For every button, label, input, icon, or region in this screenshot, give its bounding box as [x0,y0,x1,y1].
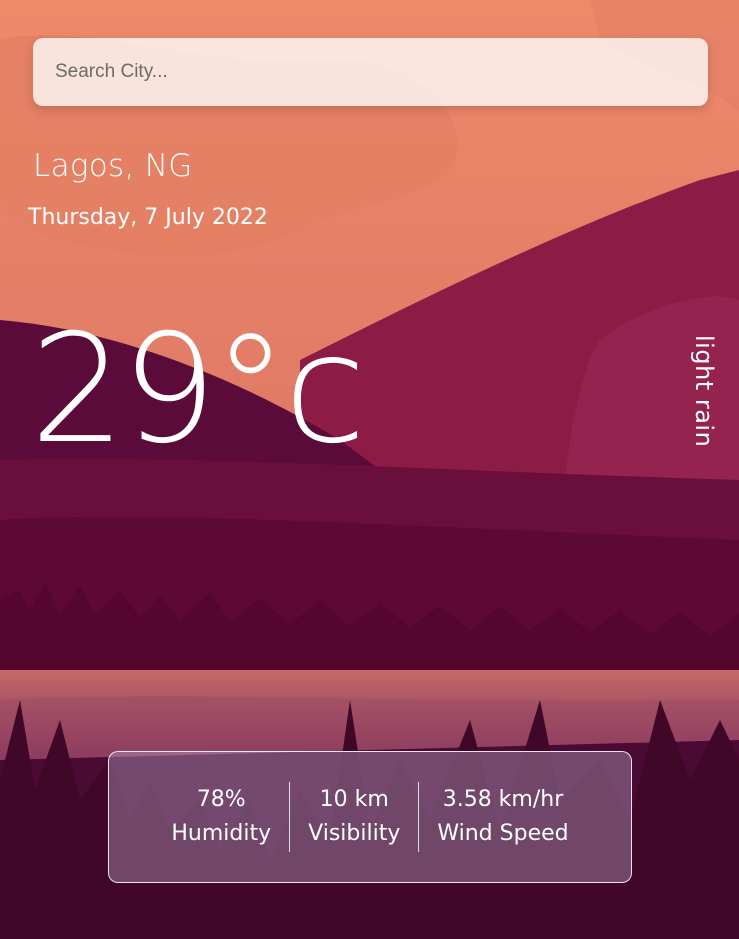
wind-speed-stat: 3.58 km/hr Wind Speed [419,783,586,851]
visibility-value: 10 km [319,787,389,812]
humidity-value: 78% [196,787,246,812]
temperature: 29°c [30,303,366,477]
weather-stats-panel: 78% Humidity 10 km Visibility 3.58 km/hr… [108,751,632,883]
search-input[interactable] [33,38,708,106]
humidity-label: Humidity [171,821,272,846]
city-name: Lagos, NG [33,148,193,184]
weather-condition: light rain [690,335,718,448]
humidity-stat: 78% Humidity [153,783,289,851]
search-box[interactable] [33,38,708,106]
current-date: Thursday, 7 July 2022 [28,205,268,230]
visibility-stat: 10 km Visibility [290,783,418,851]
visibility-label: Visibility [308,821,401,846]
wind-speed-label: Wind Speed [437,821,569,846]
wind-speed-value: 3.58 km/hr [442,787,564,812]
